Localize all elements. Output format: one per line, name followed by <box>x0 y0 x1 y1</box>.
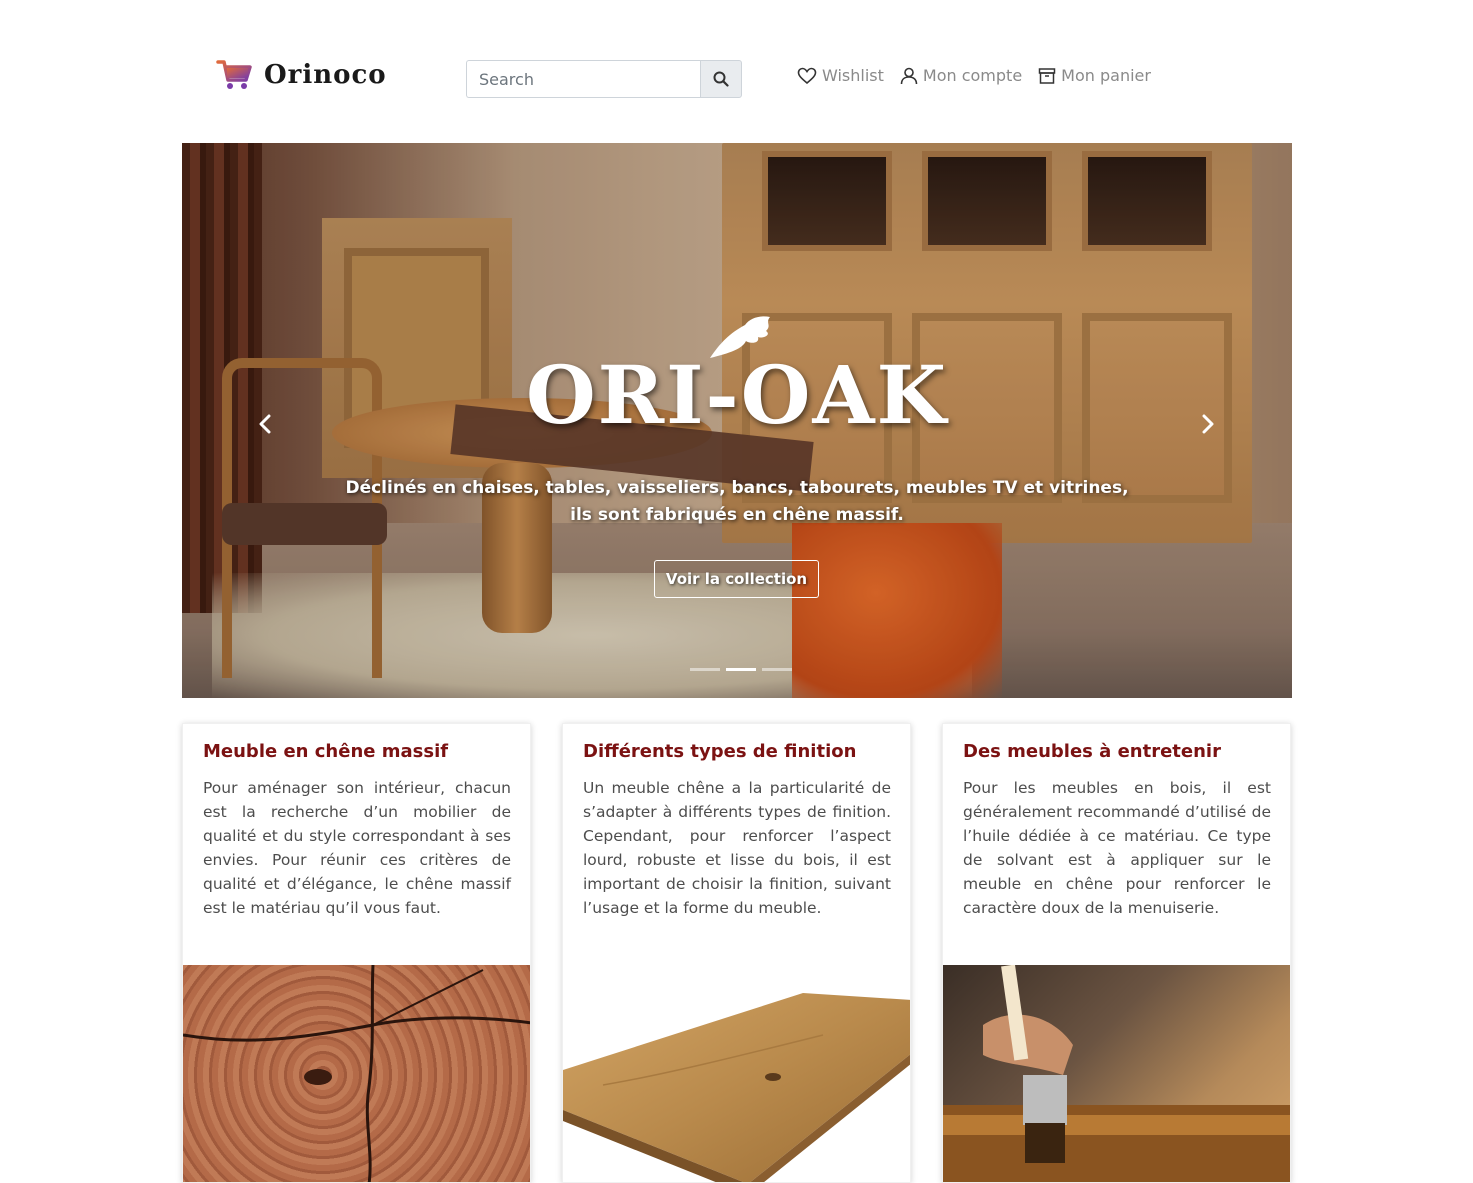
hero-carousel: ORI-OAK Déclinés en chaises, tables, vai… <box>182 143 1292 698</box>
chevron-right-icon <box>1202 414 1214 434</box>
cart-icon <box>216 60 252 89</box>
cart-link[interactable]: Mon panier <box>1038 66 1151 85</box>
search-input[interactable] <box>466 60 700 98</box>
card-solid-oak: Meuble en chêne massif Pour aménager son… <box>182 723 531 1183</box>
card-finish-types: Différents types de finition Un meuble c… <box>562 723 911 1183</box>
carousel-indicator-active[interactable] <box>726 668 756 671</box>
account-label: Mon compte <box>922 66 1023 85</box>
wishlist-link[interactable]: Wishlist <box>797 66 884 85</box>
user-icon <box>900 67 918 84</box>
brand-logo[interactable]: Orinoco <box>216 58 387 92</box>
card-title: Des meubles à entretenir <box>963 741 1221 762</box>
hero-title: ORI-OAK <box>525 348 949 442</box>
box-icon <box>1038 67 1056 84</box>
carousel-indicator[interactable] <box>762 668 792 671</box>
carousel-indicator[interactable] <box>690 668 720 671</box>
heart-icon <box>797 67 817 84</box>
card-image-oak-cross-section <box>183 964 530 1182</box>
carousel-indicators <box>687 668 795 671</box>
card-title: Différents types de finition <box>583 741 857 762</box>
wishlist-label: Wishlist <box>822 66 884 85</box>
card-title: Meuble en chêne massif <box>203 741 449 762</box>
header-nav: Wishlist Mon compte Mon panier <box>797 66 1167 85</box>
chevron-left-icon <box>259 414 271 434</box>
search-icon <box>713 71 729 87</box>
hero-caption-line1: Déclinés en chaises, tables, vaisseliers… <box>345 478 1129 498</box>
brand-name: Orinoco <box>264 60 387 90</box>
account-link[interactable]: Mon compte <box>900 66 1022 85</box>
card-image-brush-oiling-wood <box>943 964 1290 1182</box>
view-collection-button[interactable]: Voir la collection <box>654 560 819 598</box>
carousel-prev-button[interactable] <box>250 409 280 439</box>
card-text: Un meuble chêne a la particularité de s’… <box>583 779 891 917</box>
card-maintenance: Des meubles à entretenir Pour les meuble… <box>942 723 1291 1183</box>
card-image-oak-plank <box>563 965 910 1182</box>
card-text: Pour les meubles en bois, il est général… <box>963 779 1271 917</box>
search-bar <box>466 60 742 98</box>
hero-caption-line2: ils sont fabriqués en chêne massif. <box>570 505 904 525</box>
carousel-next-button[interactable] <box>1193 409 1223 439</box>
cart-label: Mon panier <box>1061 66 1151 85</box>
search-button[interactable] <box>700 60 742 98</box>
card-text: Pour aménager son intérieur, chacun est … <box>203 779 511 917</box>
hero-caption: Déclinés en chaises, tables, vaisseliers… <box>337 475 1137 529</box>
site-header: Orinoco Wishlist Mon compte <box>0 0 1473 143</box>
